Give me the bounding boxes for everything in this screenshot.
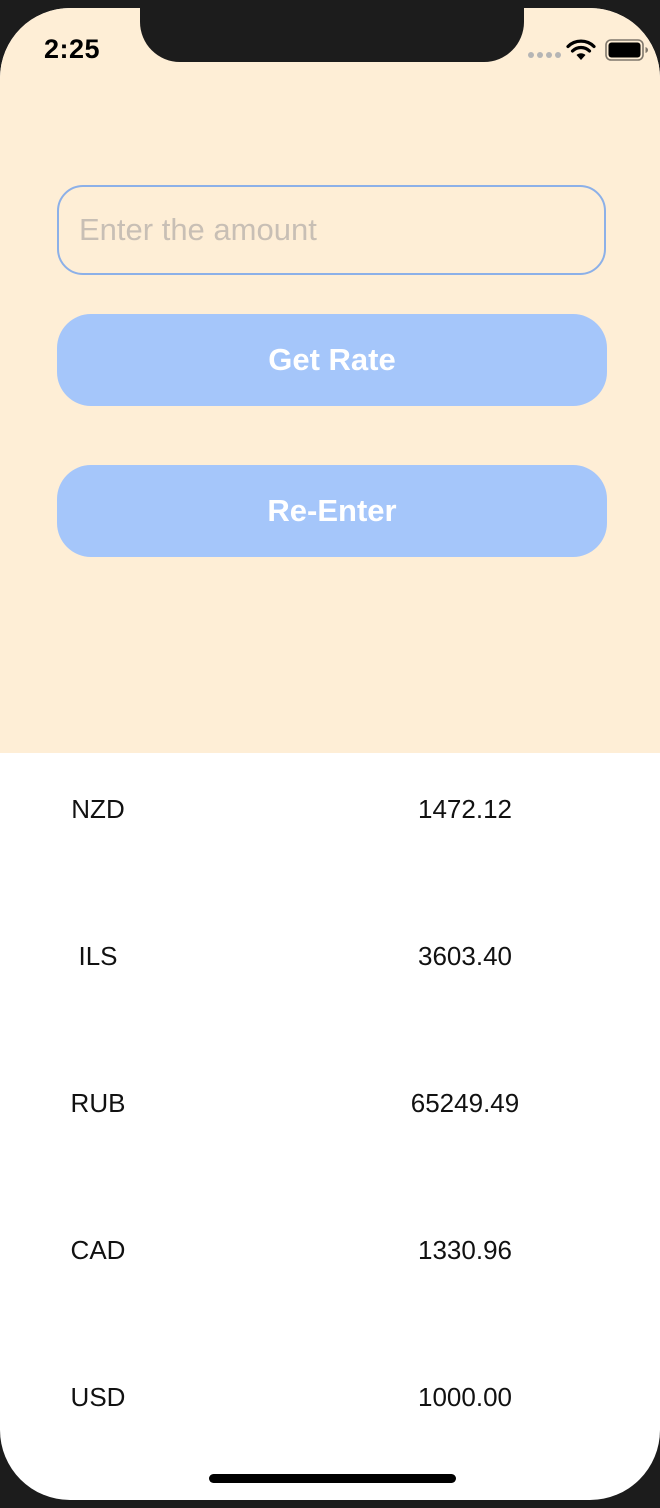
rate-row-cad[interactable]: CAD 1330.96 (0, 1194, 660, 1341)
status-time: 2:25 (44, 34, 101, 64)
rate-row-usd[interactable]: USD 1000.00 (0, 1341, 660, 1488)
get-rate-button[interactable]: Get Rate (57, 314, 607, 406)
currency-rate: 1330.96 (418, 1235, 512, 1265)
rate-list: NZD 1472.12 ILS 3603.40 RUB 65249.49 CAD… (0, 753, 660, 1488)
currency-code: USD (70, 1382, 126, 1412)
currency-rate: 1000.00 (418, 1382, 512, 1412)
currency-rate: 1472.12 (418, 794, 512, 824)
currency-code: NZD (71, 794, 125, 824)
battery-icon (605, 39, 648, 61)
currency-code: RUB (70, 1088, 126, 1118)
re-enter-button[interactable]: Re-Enter (57, 465, 607, 557)
input-panel: 2:25 Get Rate Re-Enter (0, 8, 660, 753)
amount-input[interactable] (57, 185, 606, 275)
rate-row-ils[interactable]: ILS 3603.40 (0, 900, 660, 1047)
rate-row-nzd[interactable]: NZD 1472.12 (0, 753, 660, 900)
device-notch (140, 8, 524, 62)
app-screen: 2:25 Get Rate Re-Enter NZD 1472.12 ILS 3… (0, 8, 660, 1500)
cellular-signal-icon (528, 52, 561, 58)
currency-rate: 3603.40 (418, 941, 512, 971)
currency-rate: 65249.49 (410, 1088, 520, 1118)
rate-row-rub[interactable]: RUB 65249.49 (0, 1047, 660, 1194)
wifi-icon (566, 39, 596, 60)
home-indicator[interactable] (209, 1474, 456, 1483)
currency-code: CAD (70, 1235, 126, 1265)
currency-code: ILS (78, 941, 118, 971)
